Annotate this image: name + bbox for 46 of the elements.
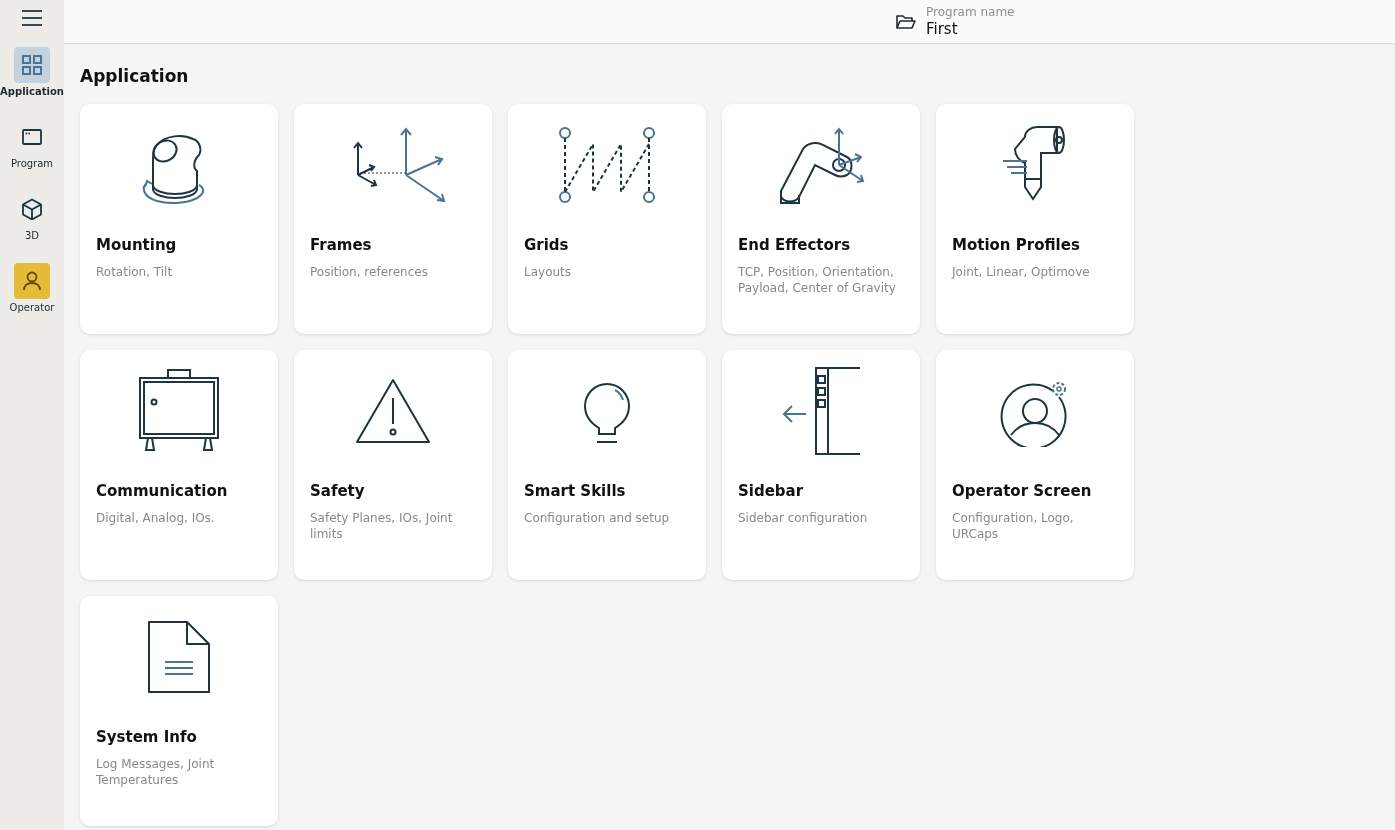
card-subtitle: Joint, Linear, Optimove <box>952 264 1091 280</box>
settings-card[interactable]: Frames Position, references <box>294 104 492 334</box>
card-title: Frames <box>310 236 373 254</box>
card-title: Smart Skills <box>524 482 627 500</box>
card-subtitle: Safety Planes, IOs, Joint limits <box>310 510 454 542</box>
card-title: Motion Profiles <box>952 236 1081 254</box>
card-title: Communication <box>96 482 229 500</box>
page-title: Application <box>80 66 190 86</box>
card-subtitle: Position, references <box>310 264 429 280</box>
card-title: Mounting <box>96 236 178 254</box>
settings-card[interactable]: Grids Layouts <box>508 104 706 334</box>
sidebar-item[interactable]: Application <box>0 47 64 97</box>
program-name-label: Program name <box>926 4 1015 19</box>
sidebar-item[interactable]: Program <box>0 119 64 169</box>
settings-card[interactable]: End Effectors TCP, Position, Orientation, Payload, Center of Gravity <box>722 104 920 334</box>
folder-icon <box>896 13 916 30</box>
card-title: Safety <box>310 482 366 500</box>
settings-card[interactable]: Safety Safety Planes, IOs, Joint limits <box>294 350 492 580</box>
program-name: First <box>926 19 959 39</box>
card-title: Sidebar <box>738 482 805 500</box>
card-title: System Info <box>96 728 198 746</box>
card-title: Operator Screen <box>952 482 1093 500</box>
settings-card[interactable]: System Info Log Messages, Joint Temperatures <box>80 596 278 826</box>
card-subtitle: Configuration, Logo, URCaps <box>952 510 1075 542</box>
person-icon <box>21 270 43 292</box>
settings-card[interactable]: Smart Skills Configuration and setup <box>508 350 706 580</box>
menu-icon[interactable] <box>21 9 43 27</box>
settings-card[interactable]: Sidebar Sidebar configuration <box>722 350 920 580</box>
cube-icon <box>21 198 43 220</box>
card-subtitle: TCP, Position, Orientation, Payload, Center of Gravity <box>738 264 897 296</box>
card-title: End Effectors <box>738 236 852 254</box>
settings-card[interactable]: Operator Screen Configuration, Logo, URCaps <box>936 350 1134 580</box>
card-title: Grids <box>524 236 570 254</box>
window-icon <box>21 126 43 148</box>
settings-card[interactable]: Mounting Rotation, Tilt <box>80 104 278 334</box>
sidebar-item[interactable]: Operator <box>0 263 64 313</box>
sidebar-item[interactable]: 3D <box>0 191 64 241</box>
settings-card[interactable]: Motion Profiles Joint, Linear, Optimove <box>936 104 1134 334</box>
card-subtitle: Sidebar configuration <box>738 510 869 526</box>
card-subtitle: Log Messages, Joint Temperatures <box>96 756 216 788</box>
settings-card[interactable]: Communication Digital, Analog, IOs. <box>80 350 278 580</box>
card-subtitle: Rotation, Tilt <box>96 264 174 280</box>
card-subtitle: Configuration and setup <box>524 510 671 526</box>
card-subtitle: Digital, Analog, IOs. <box>96 510 216 526</box>
card-subtitle: Layouts <box>524 264 573 280</box>
grid-icon <box>21 54 43 76</box>
